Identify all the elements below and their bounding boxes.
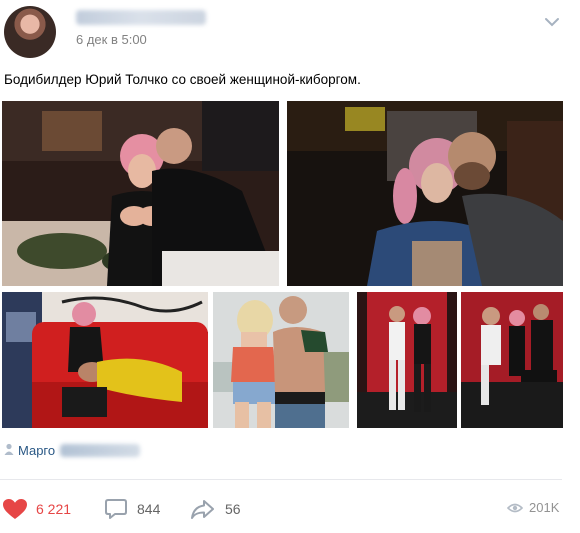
photo-3[interactable] <box>2 292 208 428</box>
source-author-surname-blurred[interactable] <box>60 444 140 457</box>
post-date[interactable]: 6 дек в 5:00 <box>76 32 147 47</box>
chevron-down-icon[interactable] <box>544 16 560 28</box>
author-name-blurred[interactable] <box>76 10 206 25</box>
like-count: 6 221 <box>36 501 72 517</box>
share-button[interactable]: 56 <box>190 497 241 521</box>
views-count: 201K <box>529 500 560 515</box>
comment-count: 844 <box>137 501 161 517</box>
comment-icon <box>105 499 127 519</box>
source-author-name[interactable]: Марго <box>18 443 55 458</box>
like-button[interactable]: 6 221 <box>2 497 71 521</box>
eye-icon <box>507 503 523 512</box>
comment-button[interactable]: 844 <box>104 497 160 521</box>
post-text: Бодибилдер Юрий Толчко со своей женщиной… <box>4 72 361 87</box>
photo-4[interactable] <box>213 292 349 428</box>
photo-2[interactable] <box>287 101 563 286</box>
photo-1[interactable] <box>2 101 279 286</box>
author-avatar[interactable] <box>4 6 56 58</box>
photo-6[interactable] <box>461 292 563 428</box>
divider <box>0 479 562 480</box>
person-icon <box>4 443 14 455</box>
share-count: 56 <box>225 501 241 517</box>
heart-icon <box>3 499 27 519</box>
share-icon <box>191 500 214 519</box>
photo-5[interactable] <box>357 292 457 428</box>
views-counter: 201K <box>507 500 559 515</box>
